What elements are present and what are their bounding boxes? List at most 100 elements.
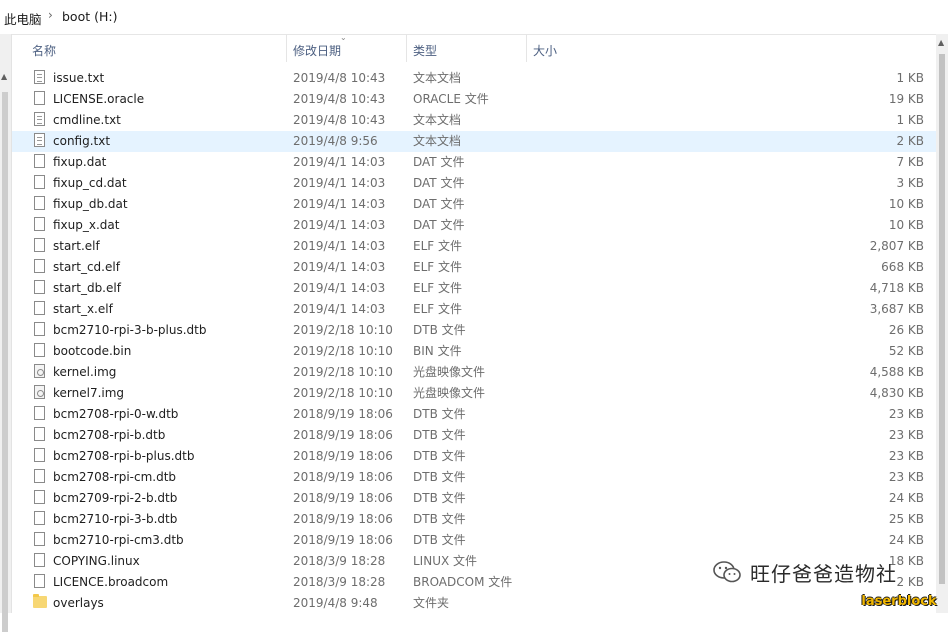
file-type: BROADCOM 文件 xyxy=(413,575,513,589)
file-icon xyxy=(34,175,45,189)
scroll-thumb[interactable] xyxy=(939,54,945,584)
file-icon xyxy=(34,469,45,483)
file-size: 4,718 KB xyxy=(869,281,924,295)
file-date-modified: 2019/4/1 14:03 xyxy=(293,176,386,190)
file-icon xyxy=(34,259,45,273)
file-name: bcm2709-rpi-2-b.dtb xyxy=(53,491,178,505)
file-row[interactable]: kernel.img 2019/2/18 10:10 光盘映像文件 4,588 KB xyxy=(12,362,936,383)
file-type: 文件夹 xyxy=(413,596,450,610)
file-icon xyxy=(34,154,45,168)
file-row[interactable]: bcm2710-rpi-cm3.dtb 2018/9/19 18:06 DTB 文件… xyxy=(12,530,936,551)
file-row[interactable]: start_db.elf 2019/4/1 14:03 ELF 文件 4,718 KB xyxy=(12,278,936,299)
file-icon xyxy=(34,301,45,315)
file-row[interactable]: bcm2708-rpi-0-w.dtb 2018/9/19 18:06 DTB 文件… xyxy=(12,404,936,425)
disc-image-icon xyxy=(34,385,45,399)
file-date-modified: 2019/2/18 10:10 xyxy=(293,344,393,358)
file-date-modified: 2019/4/1 14:03 xyxy=(293,218,386,232)
file-type: LINUX 文件 xyxy=(413,554,478,568)
file-row[interactable]: kernel7.img 2019/2/18 10:10 光盘映像文件 4,830 KB xyxy=(12,383,936,404)
column-date-modified[interactable]: 修改日期 xyxy=(293,42,341,59)
file-date-modified: 2018/9/19 18:06 xyxy=(293,512,393,526)
file-icon xyxy=(34,91,45,105)
file-row[interactable]: fixup_x.dat 2019/4/1 14:03 DAT 文件 10 KB xyxy=(12,215,936,236)
text-file-icon xyxy=(34,70,45,84)
file-size: 26 KB xyxy=(888,323,924,337)
file-date-modified: 2019/4/8 10:43 xyxy=(293,71,386,85)
file-icon xyxy=(34,490,45,504)
file-row[interactable]: fixup_db.dat 2019/4/1 14:03 DAT 文件 10 KB xyxy=(12,194,936,215)
file-type: DAT 文件 xyxy=(413,218,465,232)
file-size: 2,807 KB xyxy=(869,239,924,253)
column-name[interactable]: 名称 xyxy=(32,42,56,59)
breadcrumb-this-pc[interactable]: 此电脑 xyxy=(4,9,42,28)
file-type: DTB 文件 xyxy=(413,470,466,484)
scroll-up-arrow-icon[interactable]: ▲ xyxy=(1,72,7,81)
file-icon xyxy=(34,343,45,357)
file-date-modified: 2018/9/19 18:06 xyxy=(293,491,393,505)
file-row[interactable]: fixup_cd.dat 2019/4/1 14:03 DAT 文件 3 KB xyxy=(12,173,936,194)
column-divider[interactable] xyxy=(526,34,527,62)
file-row[interactable]: bcm2708-rpi-b.dtb 2018/9/19 18:06 DTB 文件 23… xyxy=(12,425,936,446)
watermark-text: 旺仔爸爸造物社 xyxy=(750,561,897,586)
navigation-pane-scrollbar[interactable]: ▲ xyxy=(0,34,12,632)
watermark-tag: laserblock xyxy=(861,594,937,609)
text-file-icon xyxy=(34,112,45,126)
file-row[interactable]: config.txt 2019/4/8 9:56 文本文档 2 KB xyxy=(12,131,936,152)
file-row[interactable]: start_cd.elf 2019/4/1 14:03 ELF 文件 668 KB xyxy=(12,257,936,278)
file-icon xyxy=(34,238,45,252)
address-bar[interactable]: 此电脑 › boot (H:) xyxy=(0,0,948,35)
file-row[interactable]: cmdline.txt 2019/4/8 10:43 文本文档 1 KB xyxy=(12,110,936,131)
column-header: 名称 ⌄ 修改日期 类型 大小 xyxy=(12,33,936,64)
file-date-modified: 2019/4/1 14:03 xyxy=(293,239,386,253)
file-type: DAT 文件 xyxy=(413,197,465,211)
file-name: issue.txt xyxy=(53,71,105,85)
file-size: 1 KB xyxy=(896,113,924,127)
file-row[interactable]: bcm2710-rpi-3-b.dtb 2018/9/19 18:06 DTB 文件… xyxy=(12,509,936,530)
file-date-modified: 2019/2/18 10:10 xyxy=(293,323,393,337)
file-row[interactable]: fixup.dat 2019/4/1 14:03 DAT 文件 7 KB xyxy=(12,152,936,173)
column-size[interactable]: 大小 xyxy=(533,42,557,59)
file-date-modified: 2018/9/19 18:06 xyxy=(293,407,393,421)
file-type: ORACLE 文件 xyxy=(413,92,489,106)
file-name: fixup_cd.dat xyxy=(53,176,127,190)
file-name: LICENCE.broadcom xyxy=(53,575,169,589)
column-divider[interactable] xyxy=(406,34,407,62)
file-row[interactable]: overlays 2019/4/8 9:48 文件夹 xyxy=(12,593,936,614)
file-type: BIN 文件 xyxy=(413,344,462,358)
file-type: 文本文档 xyxy=(413,134,462,148)
file-icon xyxy=(34,196,45,210)
file-type: DTB 文件 xyxy=(413,491,466,505)
file-type: ELF 文件 xyxy=(413,260,462,274)
file-name: bcm2708-rpi-cm.dtb xyxy=(53,470,177,484)
file-row[interactable]: start_x.elf 2019/4/1 14:03 ELF 文件 3,687 KB xyxy=(12,299,936,320)
file-type: ELF 文件 xyxy=(413,281,462,295)
file-row[interactable]: LICENSE.oracle 2019/4/8 10:43 ORACLE 文件 19 … xyxy=(12,89,936,110)
file-row[interactable]: start.elf 2019/4/1 14:03 ELF 文件 2,807 KB xyxy=(12,236,936,257)
file-date-modified: 2018/9/19 18:06 xyxy=(293,449,393,463)
file-row[interactable]: bcm2709-rpi-2-b.dtb 2018/9/19 18:06 DTB 文件… xyxy=(12,488,936,509)
file-size: 19 KB xyxy=(888,92,924,106)
file-name: fixup_db.dat xyxy=(53,197,128,211)
navigation-scroll-thumb[interactable] xyxy=(2,92,8,632)
breadcrumb-current-drive[interactable]: boot (H:) xyxy=(62,9,117,24)
chevron-right-icon[interactable]: › xyxy=(48,8,53,22)
file-name: bcm2710-rpi-3-b-plus.dtb xyxy=(53,323,207,337)
file-name: bcm2710-rpi-3-b.dtb xyxy=(53,512,178,526)
column-divider[interactable] xyxy=(286,34,287,62)
file-size: 4,588 KB xyxy=(869,365,924,379)
file-name: bcm2710-rpi-cm3.dtb xyxy=(53,533,184,547)
file-row[interactable]: bcm2708-rpi-b-plus.dtb 2018/9/19 18:06 DTB… xyxy=(12,446,936,467)
wechat-icon xyxy=(713,561,741,583)
file-name: start_cd.elf xyxy=(53,260,120,274)
vertical-scrollbar[interactable]: ▲ xyxy=(936,34,948,613)
file-icon xyxy=(34,553,45,567)
scroll-up-arrow-icon[interactable]: ▲ xyxy=(938,38,944,47)
column-type[interactable]: 类型 xyxy=(413,42,437,59)
file-row[interactable]: bcm2710-rpi-3-b-plus.dtb 2019/2/18 10:10 D… xyxy=(12,320,936,341)
file-name: bcm2708-rpi-b.dtb xyxy=(53,428,166,442)
file-row[interactable]: bootcode.bin 2019/2/18 10:10 BIN 文件 52 KB xyxy=(12,341,936,362)
file-row[interactable]: issue.txt 2019/4/8 10:43 文本文档 1 KB xyxy=(12,68,936,89)
file-row[interactable]: bcm2708-rpi-cm.dtb 2018/9/19 18:06 DTB 文件 2… xyxy=(12,467,936,488)
disc-image-icon xyxy=(34,364,45,378)
file-name: fixup_x.dat xyxy=(53,218,120,232)
